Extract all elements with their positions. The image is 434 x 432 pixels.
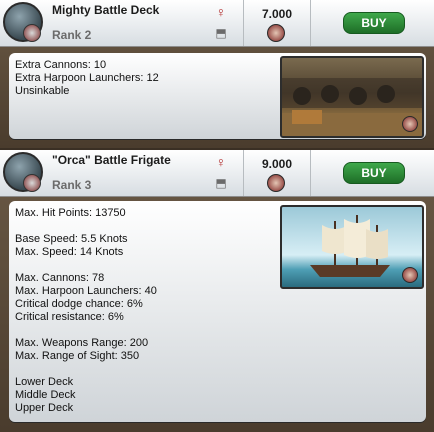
detail-line: Middle Deck	[15, 389, 76, 401]
item-rank: Rank 2	[52, 28, 92, 42]
detail-line: Max. Range of Sight: 350	[15, 350, 140, 362]
detail-line: Max. Harpoon Launchers: 40	[15, 285, 157, 297]
coin-icon	[402, 116, 418, 132]
details-list: Max. Hit Points: 13750 Base Speed: 5.5 K…	[15, 207, 157, 415]
wishlist-icon[interactable]: ♀	[213, 4, 229, 20]
ship-badge-icon	[3, 152, 43, 192]
detail-line: Max. Weapons Range: 200	[15, 337, 149, 349]
buy-button[interactable]: BUY	[343, 12, 405, 34]
item-title: "Orca" Battle Frigate	[52, 153, 171, 167]
coin-icon	[402, 267, 418, 283]
detail-line: Critical resistance: 6%	[15, 311, 124, 323]
emblem-icon	[23, 174, 41, 192]
battle-deck-thumbnail	[280, 56, 424, 138]
item-details-box: Max. Hit Points: 13750 Base Speed: 5.5 K…	[9, 201, 426, 422]
shop-item-battle-deck: Mighty Battle Deck Rank 2 ♀ ⬒ 7.000 BUY …	[0, 0, 434, 148]
item-price: 7.000	[261, 7, 293, 21]
detail-line: Extra Harpoon Launchers: 12	[15, 72, 159, 84]
header-divider	[243, 150, 244, 196]
emblem-icon	[23, 24, 41, 42]
header-divider	[310, 150, 311, 196]
item-price: 9.000	[261, 157, 293, 171]
ship-badge-icon	[3, 2, 43, 42]
item-header: Mighty Battle Deck Rank 2 ♀ ⬒ 7.000 BUY	[0, 0, 434, 47]
buy-button[interactable]: BUY	[343, 162, 405, 184]
frigate-illustration	[310, 215, 390, 277]
item-rank: Rank 3	[52, 178, 92, 192]
cannon-row-illustration	[282, 78, 422, 136]
coin-icon	[267, 24, 285, 42]
detail-line: Critical dodge chance: 6%	[15, 298, 143, 310]
detail-line: Lower Deck	[15, 376, 74, 388]
detail-line: Max. Speed: 14 Knots	[15, 246, 124, 258]
compare-icon[interactable]: ⬒	[214, 176, 228, 190]
details-list: Extra Cannons: 10 Extra Harpoon Launcher…	[15, 59, 159, 98]
header-divider	[310, 0, 311, 46]
frigate-thumbnail	[280, 205, 424, 289]
item-header: "Orca" Battle Frigate Rank 3 ♀ ⬒ 9.000 B…	[0, 150, 434, 197]
detail-line: Upper Deck	[15, 402, 74, 414]
shop-item-orca-frigate: "Orca" Battle Frigate Rank 3 ♀ ⬒ 9.000 B…	[0, 150, 434, 432]
detail-line: Extra Cannons: 10	[15, 59, 107, 71]
coin-icon	[267, 174, 285, 192]
wishlist-icon[interactable]: ♀	[213, 154, 229, 170]
item-title: Mighty Battle Deck	[52, 3, 160, 17]
detail-line: Base Speed: 5.5 Knots	[15, 233, 128, 245]
item-details-box: Extra Cannons: 10 Extra Harpoon Launcher…	[9, 53, 426, 139]
detail-line: Max. Hit Points: 13750	[15, 207, 126, 219]
detail-line: Max. Cannons: 78	[15, 272, 105, 284]
compare-icon[interactable]: ⬒	[214, 26, 228, 40]
header-divider	[243, 0, 244, 46]
detail-line: Unsinkable	[15, 85, 70, 97]
